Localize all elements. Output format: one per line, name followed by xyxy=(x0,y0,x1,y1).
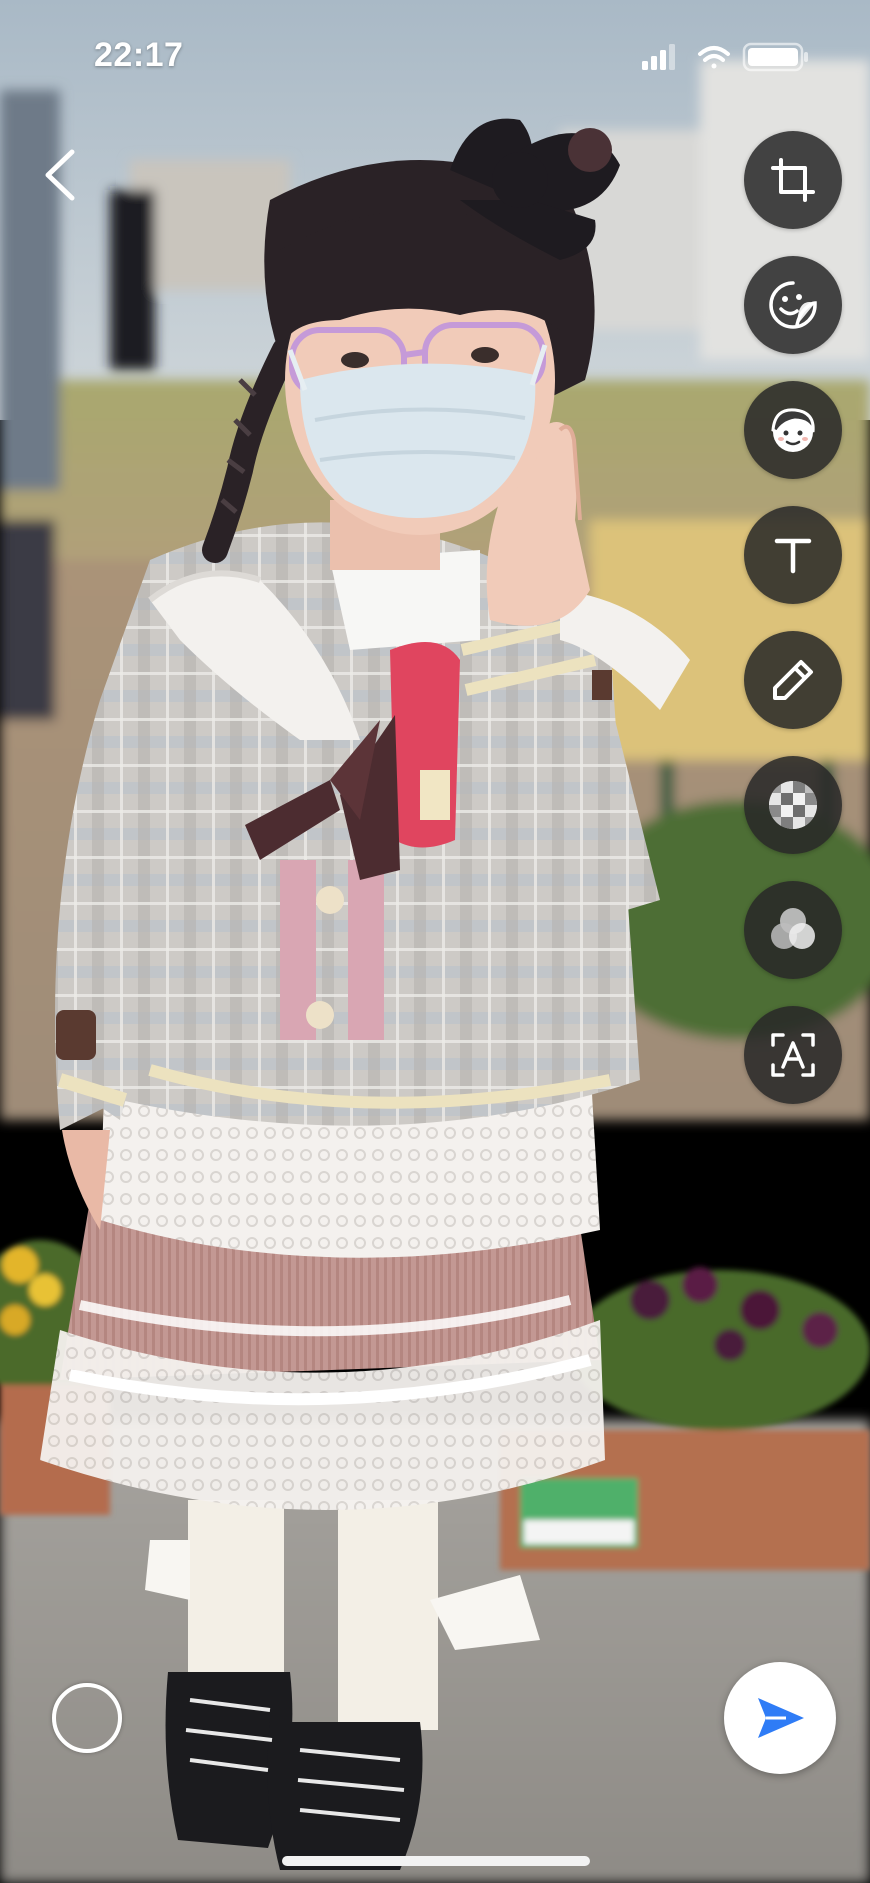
pencil-icon xyxy=(773,660,813,700)
send-button[interactable] xyxy=(724,1662,836,1774)
back-button[interactable] xyxy=(36,140,86,210)
photo-preview xyxy=(0,0,870,1883)
signal-icon xyxy=(642,44,675,70)
filter-circles-icon xyxy=(771,908,815,949)
circle-toggle-icon[interactable] xyxy=(52,1683,122,1753)
chevron-left-icon xyxy=(45,149,75,201)
draw-button[interactable] xyxy=(744,631,842,729)
face-avatar-icon xyxy=(771,408,815,452)
text-icon xyxy=(774,538,812,574)
mosaic-icon xyxy=(769,781,817,829)
sticker-button[interactable] xyxy=(744,256,842,354)
text-recognition-button[interactable] xyxy=(744,1006,842,1104)
send-arrow-icon xyxy=(758,1698,804,1738)
crop-button[interactable] xyxy=(744,131,842,229)
wifi-icon xyxy=(698,46,730,69)
crop-icon xyxy=(771,158,815,202)
text-scan-icon xyxy=(771,1033,815,1077)
status-bar: 22:17 xyxy=(0,0,870,110)
photo-editor-screen: 22:17 xyxy=(0,0,870,1883)
sticker-icon xyxy=(769,281,817,329)
status-time: 22:17 xyxy=(94,36,184,74)
text-button[interactable] xyxy=(744,506,842,604)
mosaic-button[interactable] xyxy=(744,756,842,854)
battery-icon xyxy=(742,42,808,72)
edit-toolbar xyxy=(744,131,842,1131)
status-icons xyxy=(642,42,812,72)
avatar-button[interactable] xyxy=(744,381,842,479)
filter-button[interactable] xyxy=(744,881,842,979)
home-indicator xyxy=(282,1856,590,1866)
